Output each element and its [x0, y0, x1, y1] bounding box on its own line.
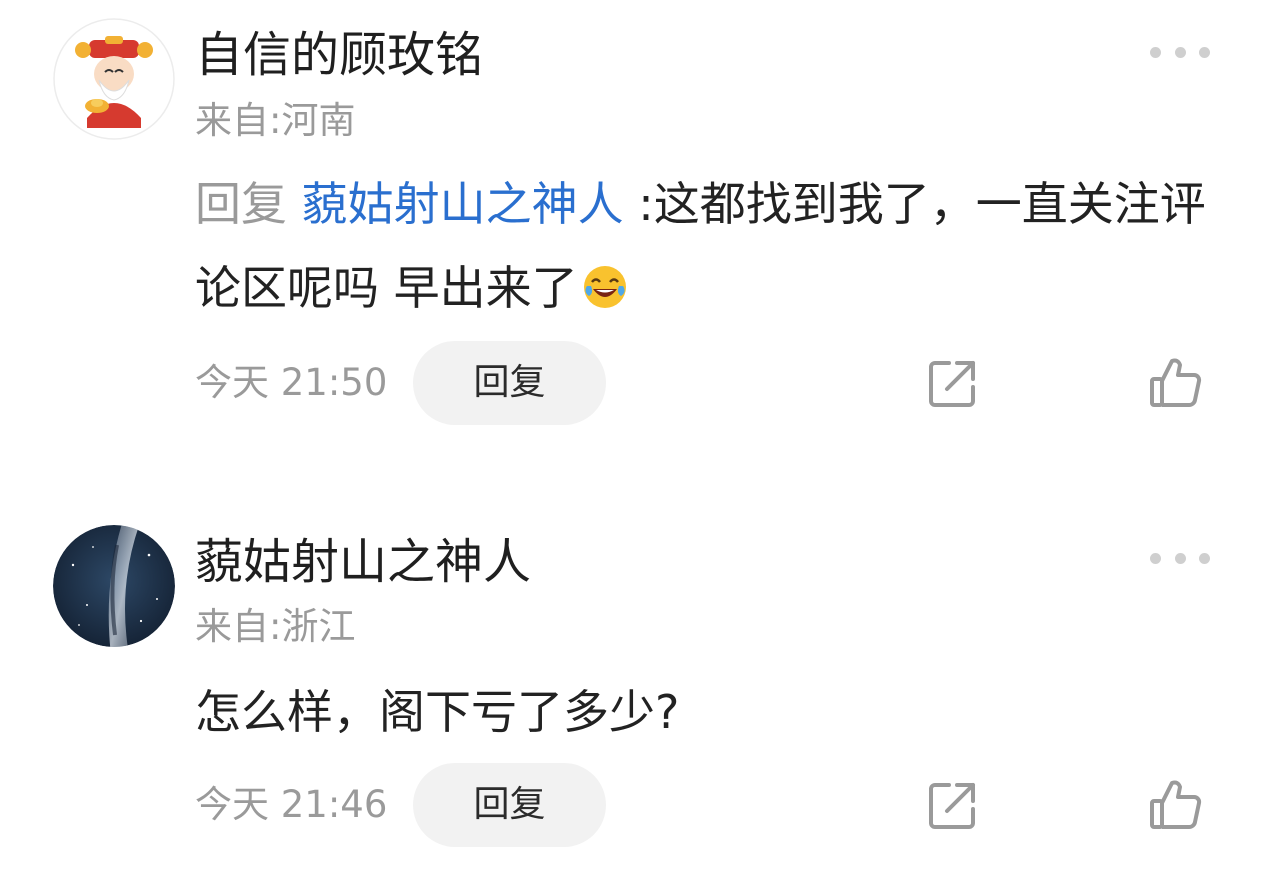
laughing-tears-emoji-icon — [582, 252, 628, 308]
comment-actions: 今天 21:50 回复 — [0, 341, 1263, 425]
like-icon[interactable] — [1146, 775, 1206, 835]
location-label: 来自:浙江 — [195, 605, 356, 648]
location-label: 来自:河南 — [195, 99, 356, 142]
comment-text: 怎么样，阁下亏了多少? — [195, 670, 1215, 754]
reply-button[interactable]: 回复 — [413, 341, 606, 425]
comment-item: 自信的顾玫铭 来自:河南 回复 藐姑射山之神人 :这都找到我了，一直关注评论区呢… — [0, 0, 1263, 440]
like-icon[interactable] — [1146, 353, 1206, 413]
more-icon[interactable] — [1150, 40, 1210, 64]
reply-prefix: 回复 — [195, 177, 287, 231]
timestamp: 今天 21:46 — [195, 783, 388, 826]
comment-body: 怎么样，阁下亏了多少? — [195, 685, 680, 739]
username[interactable]: 藐姑射山之神人 — [195, 532, 531, 592]
reply-separator: : — [638, 177, 654, 231]
avatar[interactable] — [53, 18, 175, 140]
timestamp: 今天 21:50 — [195, 361, 388, 404]
comment-item: 藐姑射山之神人 来自:浙江 怎么样，阁下亏了多少? 今天 21:46 回复 — [0, 440, 1263, 887]
reply-target-link[interactable]: 藐姑射山之神人 — [302, 177, 624, 231]
username[interactable]: 自信的顾玫铭 — [195, 25, 483, 85]
share-icon[interactable] — [925, 355, 981, 411]
comment-actions: 今天 21:46 回复 — [0, 763, 1263, 847]
more-icon[interactable] — [1150, 546, 1210, 570]
share-icon[interactable] — [925, 777, 981, 833]
comment-text: 回复 藐姑射山之神人 :这都找到我了，一直关注评论区呢吗 早出来了 — [195, 162, 1215, 330]
reply-button[interactable]: 回复 — [413, 763, 606, 847]
avatar[interactable] — [53, 525, 175, 647]
